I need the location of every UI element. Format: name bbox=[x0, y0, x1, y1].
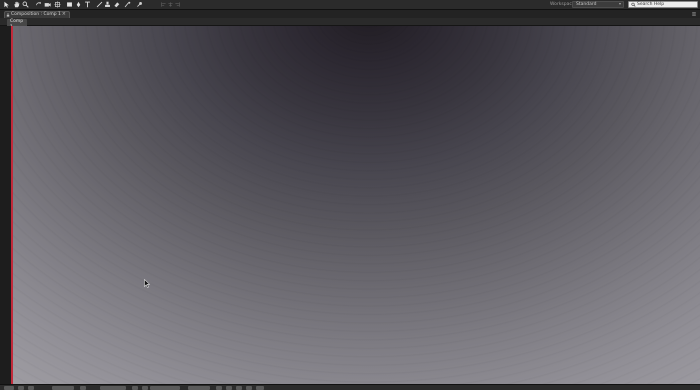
composition-viewer[interactable] bbox=[0, 26, 700, 384]
clone-stamp-tool-icon[interactable] bbox=[104, 1, 111, 8]
fast-previews-icon[interactable] bbox=[226, 386, 232, 390]
panel-tab-bar: Composition : Comp 1 × bbox=[0, 10, 700, 18]
radial-gradient-render bbox=[11, 26, 700, 384]
workspace-value: Standard bbox=[576, 2, 597, 7]
puppet-pin-tool-icon[interactable] bbox=[136, 1, 143, 8]
pen-tool-icon[interactable] bbox=[75, 1, 82, 8]
tools-toolbar: Workspace: Standard Search Help bbox=[0, 0, 700, 10]
composition-canvas[interactable] bbox=[11, 26, 700, 384]
align-center-icon[interactable] bbox=[167, 1, 174, 8]
chevron-down-icon bbox=[619, 3, 621, 5]
rectangle-tool-icon[interactable] bbox=[66, 1, 73, 8]
viewer-controls-bar bbox=[0, 384, 700, 390]
grid-toggle-icon[interactable] bbox=[18, 386, 24, 390]
rotation-tool-icon[interactable] bbox=[35, 1, 42, 8]
comp-tab[interactable]: Comp 1 bbox=[7, 19, 27, 30]
panel-menu-icon[interactable] bbox=[691, 11, 697, 17]
transparency-grid-icon[interactable] bbox=[142, 386, 148, 390]
pan-behind-tool-icon[interactable] bbox=[54, 1, 61, 8]
camera-view-select[interactable] bbox=[150, 386, 180, 390]
region-of-interest-icon[interactable] bbox=[132, 386, 138, 390]
composition-navigator: Comp 1 bbox=[0, 18, 700, 30]
mask-toggle-icon[interactable] bbox=[28, 386, 34, 390]
search-icon bbox=[631, 2, 636, 7]
magnification-control[interactable] bbox=[4, 386, 14, 390]
timecode-display[interactable] bbox=[52, 386, 74, 390]
close-icon[interactable]: × bbox=[62, 12, 66, 17]
timeline-icon[interactable] bbox=[236, 386, 242, 390]
selection-tool-icon[interactable] bbox=[3, 1, 10, 8]
roto-brush-tool-icon[interactable] bbox=[124, 1, 131, 8]
flowchart-icon[interactable] bbox=[246, 386, 252, 390]
view-layout-select[interactable] bbox=[188, 386, 210, 390]
search-help-input[interactable]: Search Help bbox=[628, 1, 698, 8]
zoom-tool-icon[interactable] bbox=[22, 1, 29, 8]
camera-tool-icon[interactable] bbox=[44, 1, 51, 8]
resolution-select[interactable] bbox=[100, 386, 126, 390]
lock-icon[interactable] bbox=[6, 13, 10, 17]
eraser-tool-icon[interactable] bbox=[113, 1, 120, 8]
search-placeholder: Search Help bbox=[637, 2, 665, 7]
toggle-pixel-aspect-icon[interactable] bbox=[216, 386, 222, 390]
composition-panel-title: Composition : Comp 1 bbox=[11, 12, 61, 17]
align-left-icon[interactable] bbox=[160, 1, 167, 8]
composition-panel-tab[interactable]: Composition : Comp 1 × bbox=[4, 11, 70, 18]
work-area-edge bbox=[11, 26, 13, 384]
snapshot-icon[interactable] bbox=[80, 386, 86, 390]
brush-tool-icon[interactable] bbox=[96, 1, 103, 8]
hand-tool-icon[interactable] bbox=[13, 1, 20, 8]
mouse-cursor-icon bbox=[144, 279, 150, 288]
exposure-control[interactable] bbox=[256, 386, 264, 390]
workspace-select[interactable]: Standard bbox=[572, 1, 624, 8]
type-tool-icon[interactable] bbox=[84, 1, 91, 8]
align-right-icon[interactable] bbox=[174, 1, 181, 8]
